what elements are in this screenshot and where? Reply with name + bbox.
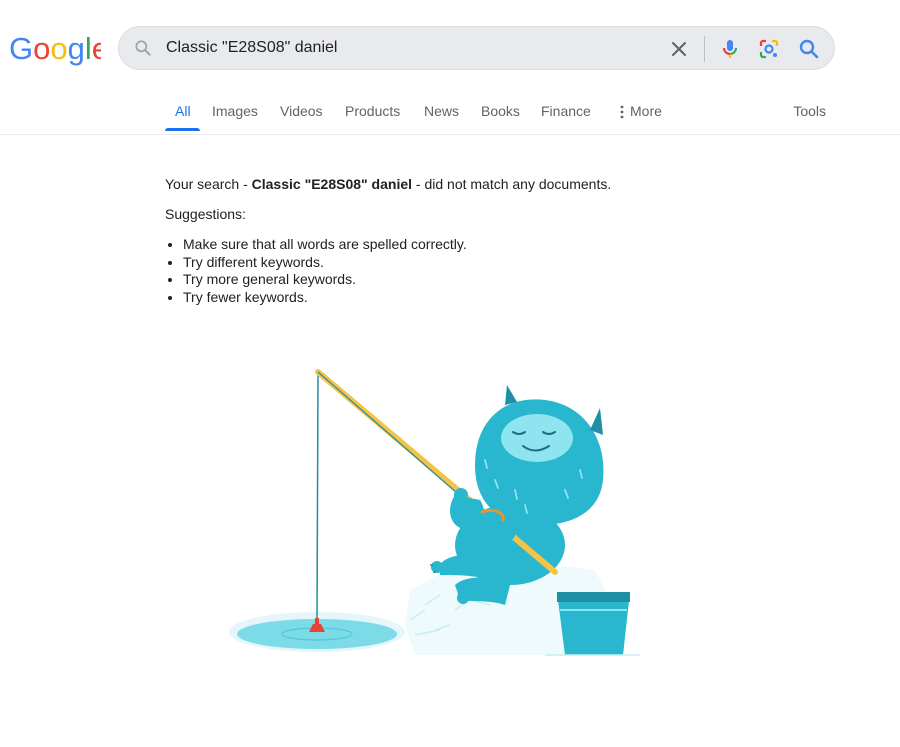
more-vert-icon	[620, 105, 624, 119]
suggestions-title: Suggestions:	[165, 206, 246, 222]
logo-letter: G	[9, 31, 33, 66]
tab-more-label: More	[630, 103, 662, 119]
fishing-line	[316, 373, 319, 619]
tab-images[interactable]: Images	[212, 103, 258, 119]
yeti-face	[501, 414, 573, 462]
no-results-query: Classic "E28S08" daniel	[251, 176, 413, 192]
google-logo[interactable]: Google	[9, 29, 101, 69]
mic-icon[interactable]	[718, 37, 742, 61]
search-icon	[135, 40, 151, 56]
logo-letter: e	[92, 31, 101, 66]
suggestion-item: Try fewer keywords.	[183, 289, 467, 307]
logo-letter: g	[68, 31, 85, 66]
suggestion-item: Try different keywords.	[183, 254, 467, 272]
suggestions-list: Make sure that all words are spelled cor…	[165, 236, 467, 306]
svg-text:Google: Google	[9, 31, 101, 66]
no-results-message: Your search - Classic "E28S08" daniel - …	[165, 176, 611, 192]
close-icon[interactable]	[667, 37, 691, 61]
search-icon[interactable]	[797, 37, 821, 61]
search-tabs: All Images Videos Products News Books Fi…	[0, 96, 900, 135]
tab-products[interactable]: Products	[345, 103, 400, 119]
tab-more[interactable]: More	[620, 103, 662, 119]
fishing-monster-illustration	[229, 369, 640, 656]
tab-news[interactable]: News	[424, 103, 459, 119]
search-input[interactable]	[166, 27, 646, 69]
tab-all[interactable]: All	[175, 103, 191, 119]
search-divider	[704, 36, 705, 62]
lens-icon[interactable]	[757, 37, 781, 61]
active-tab-indicator	[165, 128, 200, 131]
suggestion-item: Make sure that all words are spelled cor…	[183, 236, 467, 254]
logo-letter: o	[50, 31, 67, 66]
tools-button[interactable]: Tools	[793, 103, 826, 119]
suggestion-item: Try more general keywords.	[183, 271, 467, 289]
tab-books[interactable]: Books	[481, 103, 520, 119]
logo-letter: o	[33, 31, 50, 66]
no-results-suffix: - did not match any documents.	[412, 176, 612, 192]
tab-videos[interactable]: Videos	[280, 103, 323, 119]
search-box[interactable]	[118, 26, 835, 70]
tab-finance[interactable]: Finance	[541, 103, 591, 119]
no-results-prefix: Your search -	[165, 176, 252, 192]
logo-letter: l	[85, 31, 92, 66]
